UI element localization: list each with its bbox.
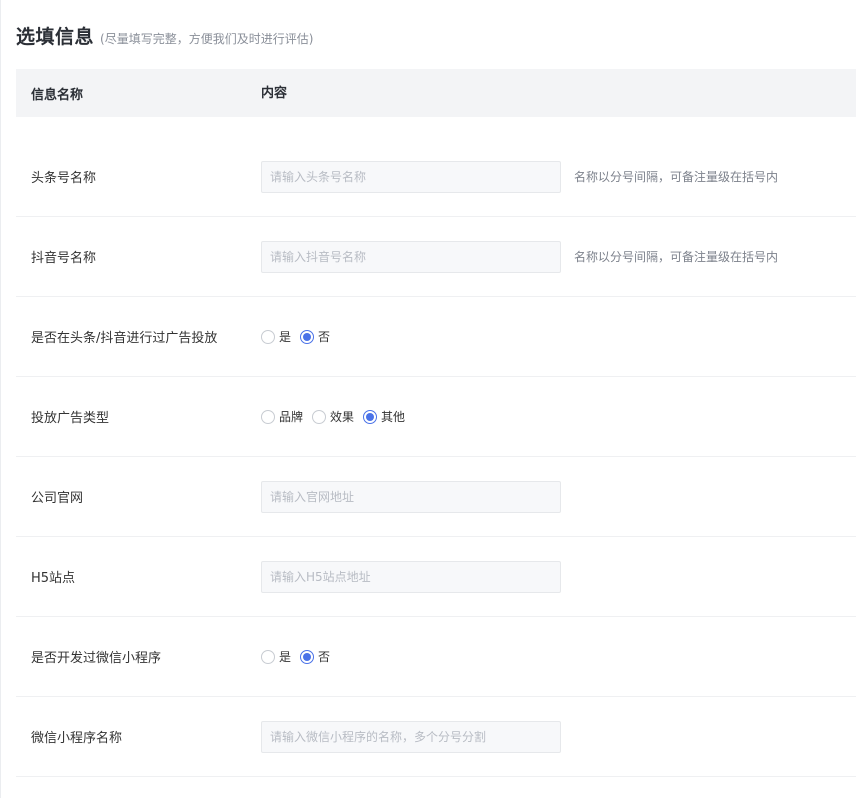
miniprogram-radio-no[interactable]: 否 — [300, 648, 330, 665]
radio-circle — [261, 409, 275, 424]
row-website: 公司官网 — [16, 457, 856, 537]
field-container — [261, 480, 561, 513]
section-title: 选填信息 — [16, 26, 95, 48]
column-header-content: 内容 — [261, 85, 288, 101]
field-container: 名称以分号间隔，可备注量级在括号内 — [261, 160, 779, 193]
row-miniprogram-developed: 是否开发过微信小程序 是 否 — [16, 617, 856, 697]
row-ad-type: 投放广告类型 品牌 效果 其他 — [16, 377, 856, 457]
advertised-radio-group: 是 否 — [261, 328, 339, 345]
radio-label: 是 — [279, 330, 292, 344]
douyin-name-input[interactable] — [261, 240, 561, 273]
radio-circle — [261, 329, 275, 344]
ad-type-radio-other[interactable]: 其他 — [363, 408, 405, 425]
row-label: 抖音号名称 — [31, 251, 97, 266]
row-label: 公司官网 — [31, 491, 84, 506]
radio-label: 品牌 — [279, 410, 304, 424]
toutiao-name-hint: 名称以分号间隔，可备注量级在括号内 — [574, 170, 779, 184]
row-label: 是否在头条/抖音进行过广告投放 — [31, 331, 218, 346]
radio-label: 其他 — [381, 410, 406, 424]
radio-circle-checked — [300, 329, 315, 344]
field-container: 名称以分号间隔，可备注量级在括号内 — [261, 240, 779, 273]
row-label: 投放广告类型 — [31, 411, 110, 426]
ad-type-radio-performance[interactable]: 效果 — [312, 408, 354, 425]
radio-circle-checked — [300, 649, 315, 664]
section-header: 选填信息 (尽量填写完整，方便我们及时进行评估) — [16, 22, 313, 50]
toutiao-name-input[interactable] — [261, 160, 561, 193]
row-label: 微信小程序名称 — [31, 731, 123, 746]
radio-label: 否 — [318, 330, 331, 344]
column-header-name: 信息名称 — [31, 87, 84, 103]
ad-type-radio-group: 品牌 效果 其他 — [261, 408, 414, 425]
douyin-name-hint: 名称以分号间隔，可备注量级在括号内 — [574, 250, 779, 264]
table-header: 信息名称 内容 — [16, 69, 856, 117]
row-douyin-name: 抖音号名称 名称以分号间隔，可备注量级在括号内 — [16, 217, 856, 297]
miniprogram-radio-yes[interactable]: 是 — [261, 648, 291, 665]
section-subtitle: (尽量填写完整，方便我们及时进行评估) — [100, 32, 314, 46]
ad-type-radio-brand[interactable]: 品牌 — [261, 408, 303, 425]
row-toutiao-name: 头条号名称 名称以分号间隔，可备注量级在括号内 — [16, 137, 856, 217]
field-container — [261, 560, 561, 593]
row-label: H5站点 — [31, 571, 76, 586]
h5-site-input[interactable] — [261, 560, 561, 593]
miniprogram-radio-group: 是 否 — [261, 648, 339, 665]
radio-circle — [261, 649, 275, 664]
website-input[interactable] — [261, 480, 561, 513]
info-table: 信息名称 内容 头条号名称 名称以分号间隔，可备注量级在括号内 抖音号名称 名称… — [16, 69, 856, 777]
row-miniprogram-name: 微信小程序名称 — [16, 697, 856, 777]
advertised-radio-no[interactable]: 否 — [300, 328, 330, 345]
row-advertised: 是否在头条/抖音进行过广告投放 是 否 — [16, 297, 856, 377]
radio-label: 否 — [318, 650, 331, 664]
page-left-border — [0, 0, 1, 798]
radio-label: 是 — [279, 650, 292, 664]
row-label: 是否开发过微信小程序 — [31, 651, 162, 666]
row-label: 头条号名称 — [31, 171, 97, 186]
radio-label: 效果 — [330, 410, 355, 424]
advertised-radio-yes[interactable]: 是 — [261, 328, 291, 345]
radio-circle — [312, 409, 327, 424]
field-container — [261, 720, 561, 753]
radio-circle-checked — [363, 409, 378, 424]
miniprogram-name-input[interactable] — [261, 720, 561, 753]
row-h5-site: H5站点 — [16, 537, 856, 617]
